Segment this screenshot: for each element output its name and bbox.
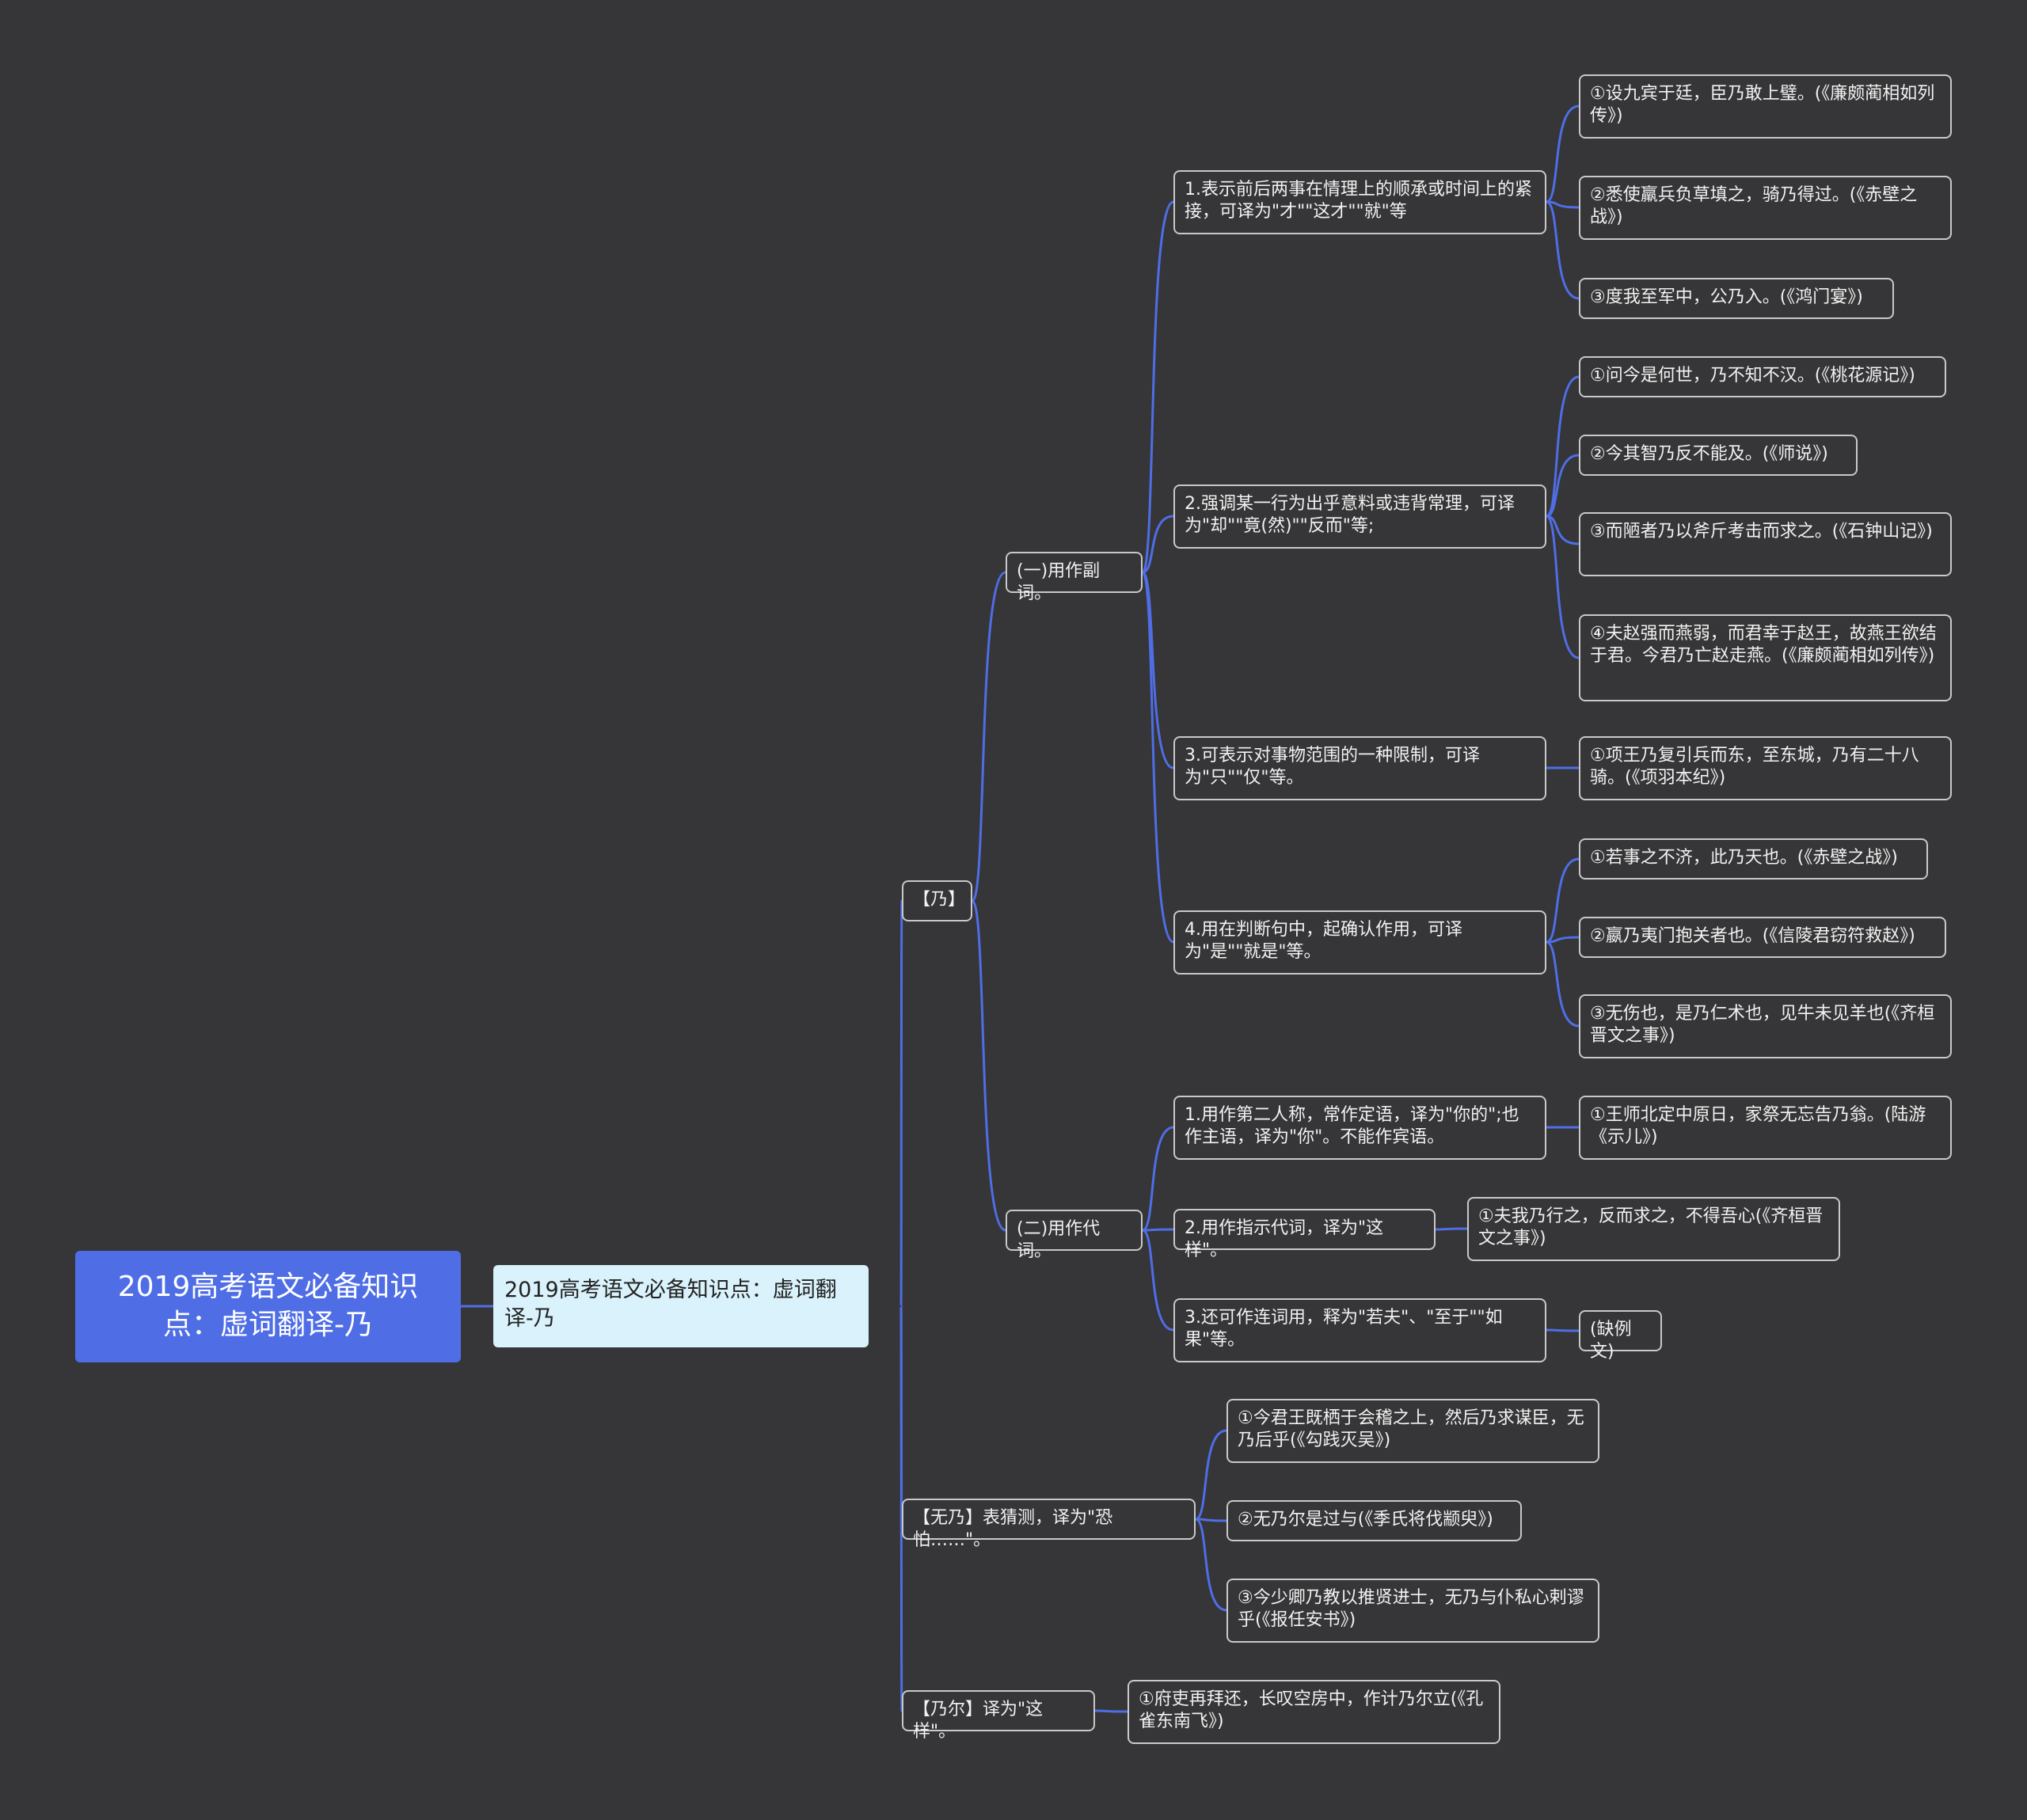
connector-line [1195,1518,1227,1612]
connector-line [971,571,1006,902]
example-node[interactable]: ②今其智乃反不能及。(《师说》) [1579,435,1858,476]
connector-line [1141,571,1174,944]
connector-line [1546,1328,1580,1332]
example-node[interactable]: ②无乃尔是过与(《季氏将伐颛臾》) [1226,1500,1522,1541]
example-node[interactable]: ②嬴乃夷门抱关者也。(《信陵君窃符救赵》) [1579,917,1946,958]
example-node[interactable]: ③度我至军中，公乃入。(《鸿门宴》) [1579,278,1894,319]
connector-line [1195,1429,1227,1521]
connector-line [899,899,903,1308]
pronoun-node[interactable]: (二)用作代词。 [1006,1210,1143,1261]
example-node[interactable]: ①王师北定中原日，家祭无忘告乃翁。(陆游《示儿》) [1579,1096,1952,1160]
connector-line [1142,1126,1174,1232]
example-node[interactable]: ①若事之不济，此乃天也。(《赤壁之战》) [1579,838,1928,880]
example-node[interactable]: (缺例文) [1579,1310,1662,1362]
pronoun-item-3[interactable]: 3.还可作连词用，释为"若夫"、"至于""如果"等。 [1173,1298,1546,1362]
connector-lines [461,104,1580,1713]
connector-line [1546,375,1580,518]
example-node[interactable]: ③而陋者乃以斧斤考击而求之。(《石钟山记》) [1579,512,1952,576]
topic-naier[interactable]: 【乃尔】译为"这样"。 [902,1690,1095,1742]
adverb-item-2[interactable]: 2.强调某一行为出乎意料或违背常理，可译为"却""竟(然)""反而"等; [1173,484,1546,549]
example-node[interactable]: ①设九宾于廷，臣乃敢上璧。(《廉颇蔺相如列传》) [1579,74,1952,139]
example-node[interactable]: ②悉使羸兵负草填之，骑乃得过。(《赤壁之战》) [1579,176,1952,240]
root-node[interactable]: 2019高考语文必备知识点：虚词翻译-乃 [75,1251,461,1362]
connector-line [1094,1709,1128,1713]
connector-line [1142,1229,1174,1332]
adverb-item-4[interactable]: 4.用在判断句中，起确认作用，可译为"是""就是"等。 [1173,910,1546,975]
topic-nai[interactable]: 【乃】 [902,880,972,921]
adverb-item-3[interactable]: 3.可表示对事物范围的一种限制，可译为"只""仅"等。 [1173,736,1546,800]
example-node[interactable]: ④夫赵强而燕弱，而君幸于赵王，故燕王欲结于君。今君乃亡赵走燕。(《廉颇蔺相如列传… [1579,614,1952,701]
connector-line [1546,857,1580,944]
pronoun-item-2[interactable]: 2.用作指示代词，译为"这样"。 [1173,1209,1436,1260]
topic-wunai[interactable]: 【无乃】表猜测，译为"恐怕……"。 [902,1499,1196,1550]
connector-line [1546,940,1580,1028]
connector-line [1195,1518,1227,1522]
example-node[interactable]: ③无伤也，是乃仁术也，见牛未见羊也(《齐桓晋文之事》) [1579,994,1952,1058]
adverb-node[interactable]: (一)用作副词。 [1006,552,1143,603]
connector-line [971,899,1006,1232]
example-node[interactable]: ①夫我乃行之，反而求之，不得吾心(《齐桓晋文之事》) [1467,1197,1840,1261]
example-node[interactable]: ①项王乃复引兵而东，至东城，乃有二十八骑。(《项羽本纪》) [1579,736,1952,800]
connector-line [1546,104,1580,203]
pronoun-item-1[interactable]: 1.用作第二人称，常作定语，译为"你的";也作主语，译为"你"。不能作宾语。 [1173,1096,1546,1160]
example-node[interactable]: ③今少卿乃教以推贤进士，无乃与仆私心剌谬乎(《报任安书》) [1226,1579,1599,1643]
connector-line [1142,1228,1174,1232]
example-node[interactable]: ①问今是何世，乃不知不汉。(《桃花源记》) [1579,356,1946,397]
example-node[interactable]: ①今君王既栖于会稽之上，然后乃求谋臣，无乃后乎(《勾践灭吴》) [1226,1399,1599,1463]
connector-line [1546,200,1580,300]
adverb-item-1[interactable]: 1.表示前后两事在情理上的顺承或时间上的紧接，可译为"才""这才""就"等 [1173,170,1546,234]
example-node[interactable]: ①府吏再拜还，长叹空房中，作计乃尔立(《孔雀东南飞》) [1128,1680,1500,1744]
main-topic-node[interactable]: 2019高考语文必备知识点：虚词翻译-乃 [493,1265,869,1347]
